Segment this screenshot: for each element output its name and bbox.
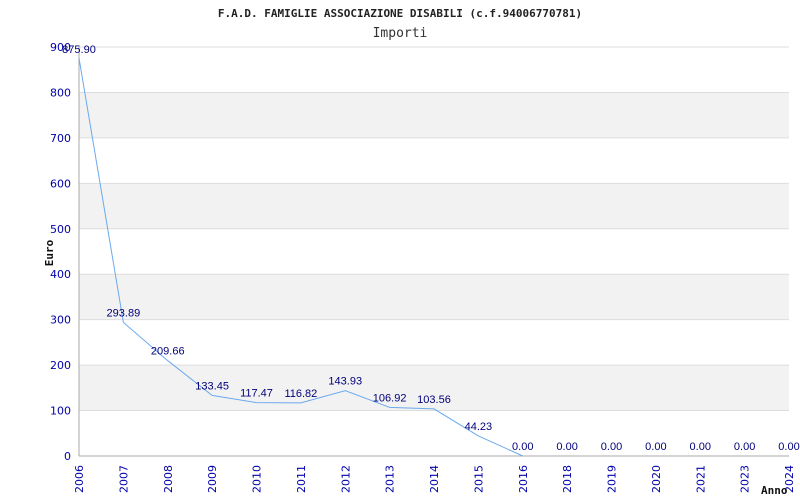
x-axis-label: Anno — [761, 484, 788, 497]
x-tick-label: 2013 — [384, 465, 397, 493]
data-label: 133.45 — [195, 380, 229, 392]
data-label: 0.00 — [690, 441, 711, 453]
x-tick-label: 2021 — [694, 465, 707, 493]
x-tick-label: 2015 — [472, 465, 485, 493]
y-tick-label: 600 — [50, 177, 71, 190]
data-label: 44.23 — [465, 421, 493, 433]
data-label: 0.00 — [778, 441, 799, 453]
y-tick-label: 700 — [50, 132, 71, 145]
x-tick-label: 2011 — [295, 465, 308, 493]
line-chart: 0100200300400500600700800900 2006 2007 200… — [43, 7, 800, 497]
data-label: 0.00 — [601, 441, 622, 453]
background-band-300-400 — [79, 274, 789, 320]
chart-title: F.A.D. FAMIGLIE ASSOCIAZIONE DISABILI (c… — [218, 7, 582, 20]
x-tick-label: 2006 — [73, 465, 86, 493]
data-label: 0.00 — [512, 441, 533, 453]
x-axis-ticks: 2006 2007 2008 2009 2010 2011 2012 2013 2014 2015… — [73, 465, 796, 493]
background-bands — [79, 92, 789, 411]
y-tick-label: 300 — [50, 314, 71, 327]
data-label: 143.93 — [328, 376, 362, 388]
x-tick-label: 2014 — [428, 465, 441, 493]
data-label: 0.00 — [734, 441, 755, 453]
y-tick-label: 500 — [50, 223, 71, 236]
y-tick-label: 0 — [64, 450, 71, 463]
y-tick-label: 200 — [50, 359, 71, 372]
x-tick-label: 2008 — [162, 465, 175, 493]
data-label: 875.90 — [62, 44, 96, 56]
x-tick-label: 2007 — [117, 465, 130, 493]
data-label: 293.89 — [107, 307, 141, 319]
data-label: 0.00 — [556, 441, 577, 453]
data-label: 106.92 — [373, 392, 407, 404]
y-tick-label: 800 — [50, 86, 71, 99]
y-axis-label: Euro — [43, 239, 56, 266]
x-tick-label: 2009 — [206, 465, 219, 493]
background-band-700-800 — [79, 92, 789, 138]
x-tick-label: 2010 — [251, 465, 264, 493]
data-label: 0.00 — [645, 441, 666, 453]
x-tick-label: 2019 — [606, 465, 619, 493]
x-tick-label: 2016 — [517, 465, 530, 493]
y-tick-label: 100 — [50, 405, 71, 418]
data-label: 103.56 — [417, 394, 451, 406]
background-band-500-600 — [79, 183, 789, 229]
x-tick-label: 2018 — [561, 465, 574, 493]
x-tick-label: 2020 — [650, 465, 663, 493]
data-label: 209.66 — [151, 346, 185, 358]
x-tick-label: 2012 — [339, 465, 352, 493]
data-label: 117.47 — [240, 388, 273, 400]
y-tick-label: 400 — [50, 268, 71, 281]
data-label: 116.82 — [284, 388, 317, 400]
x-tick-label: 2023 — [739, 465, 752, 493]
chart-subtitle: Importi — [373, 26, 428, 41]
